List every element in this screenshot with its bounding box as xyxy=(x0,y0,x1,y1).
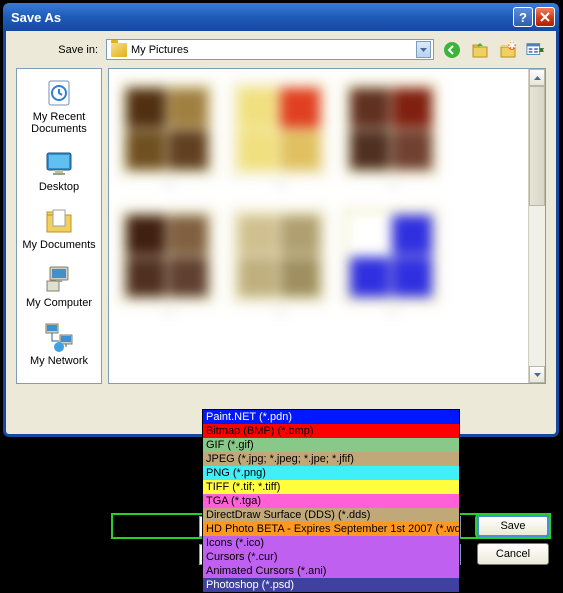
back-button[interactable] xyxy=(442,40,462,60)
filetype-option[interactable]: Bitmap (BMP) (*.bmp) xyxy=(203,424,459,438)
window-title: Save As xyxy=(11,10,61,25)
scroll-down-button[interactable] xyxy=(529,366,545,383)
documents-icon xyxy=(43,205,75,237)
filetype-option[interactable]: TIFF (*.tif; *.tiff) xyxy=(203,480,459,494)
place-label: My Computer xyxy=(26,297,92,309)
filetype-option[interactable]: PNG (*.png) xyxy=(203,466,459,480)
places-bar: My Recent Documents Desktop My Documents… xyxy=(16,68,102,384)
place-desktop[interactable]: Desktop xyxy=(17,143,101,201)
filetype-option[interactable]: Photoshop (*.psd) xyxy=(203,578,459,592)
filetype-option[interactable]: Icons (*.ico) xyxy=(203,536,459,550)
folder-icon xyxy=(111,43,127,57)
savein-label: Save in: xyxy=(52,44,98,56)
filetype-option[interactable]: HD Photo BETA - Expires September 1st 20… xyxy=(203,522,459,536)
network-icon xyxy=(43,321,75,353)
place-label: My Network xyxy=(30,355,88,367)
savein-value: My Pictures xyxy=(131,44,188,56)
cancel-button[interactable]: Cancel xyxy=(477,543,549,565)
up-button[interactable] xyxy=(470,40,490,60)
place-label: My Recent Documents xyxy=(19,111,99,135)
place-label: My Documents xyxy=(22,239,95,251)
svg-text:✱: ✱ xyxy=(507,41,516,52)
place-network[interactable]: My Network xyxy=(17,317,101,375)
filetype-option[interactable]: JPEG (*.jpg; *.jpeg; *.jpe; *.jfif) xyxy=(203,452,459,466)
file-list[interactable]: ---- ---- ---- ---- ---- ---- xyxy=(108,68,546,384)
file-thumbnails: ---- ---- ---- ---- ---- ---- xyxy=(109,69,545,383)
filetype-option[interactable]: Animated Cursors (*.ani) xyxy=(203,564,459,578)
computer-icon xyxy=(43,263,75,295)
scroll-thumb[interactable] xyxy=(529,86,545,206)
savein-combo[interactable]: My Pictures xyxy=(106,39,434,60)
filename-label: File name: xyxy=(113,520,199,532)
filetype-dropdown[interactable]: Paint.NET (*.pdn)Bitmap (BMP) (*.bmp)GIF… xyxy=(202,409,460,593)
filetype-option[interactable]: DirectDraw Surface (DDS) (*.dds) xyxy=(203,508,459,522)
filetype-option[interactable]: Paint.NET (*.pdn) xyxy=(203,410,459,424)
place-recent[interactable]: My Recent Documents xyxy=(17,73,101,143)
help-button[interactable]: ? xyxy=(513,7,533,27)
view-menu-button[interactable] xyxy=(526,40,546,60)
close-button[interactable] xyxy=(535,7,555,27)
desktop-icon xyxy=(43,147,75,179)
filetype-option[interactable]: Cursors (*.cur) xyxy=(203,550,459,564)
filetype-option[interactable]: GIF (*.gif) xyxy=(203,438,459,452)
place-label: Desktop xyxy=(39,181,79,193)
recent-icon xyxy=(43,77,75,109)
chevron-down-icon[interactable] xyxy=(416,41,431,58)
scroll-up-button[interactable] xyxy=(529,69,545,86)
filetype-option[interactable]: TGA (*.tga) xyxy=(203,494,459,508)
scrollbar[interactable] xyxy=(528,69,545,383)
new-folder-button[interactable]: ✱ xyxy=(498,40,518,60)
place-computer[interactable]: My Computer xyxy=(17,259,101,317)
savetype-label: Save as type: xyxy=(113,548,199,560)
place-documents[interactable]: My Documents xyxy=(17,201,101,259)
close-icon xyxy=(540,12,550,22)
save-button[interactable]: Save xyxy=(477,515,549,537)
titlebar[interactable]: Save As ? xyxy=(3,3,559,31)
